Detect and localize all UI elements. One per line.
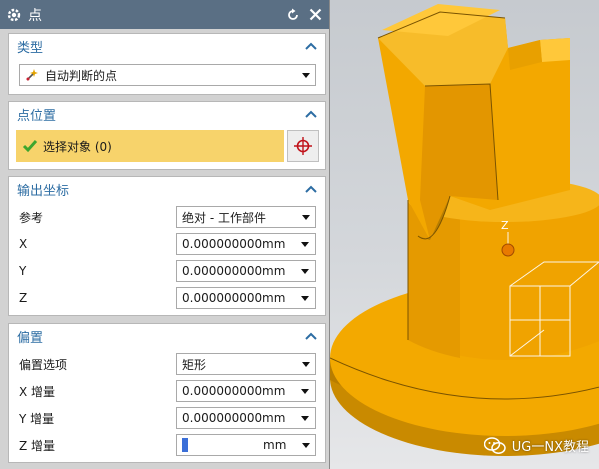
offset-z-label: Z 增量 [19, 438, 56, 453]
point-location-group: 点位置 选择对象 (0) [8, 101, 326, 170]
offset-option-value: 矩形 [182, 357, 207, 372]
reference-select[interactable]: 绝对 - 工作部件 [176, 206, 316, 228]
chevron-down-icon [297, 207, 315, 227]
text-cursor [182, 438, 188, 452]
offset-y-label: Y 增量 [19, 411, 55, 426]
watermark: UG一NX教程 [483, 436, 589, 455]
chevron-up-icon[interactable] [305, 331, 317, 341]
offset-option-select[interactable]: 矩形 [176, 353, 316, 375]
reset-icon [288, 8, 298, 20]
watermark-text: UG一NX教程 [511, 440, 589, 455]
chevron-up-icon[interactable] [305, 41, 317, 51]
chevron-down-icon [297, 354, 315, 374]
coord-y-label: Y [19, 264, 27, 278]
chevron-down-icon[interactable] [296, 234, 314, 254]
offset-y-value: 0.0000000000 [182, 411, 262, 425]
offset-x-unit: mm [262, 384, 286, 398]
coord-x-value: 0.0000000000 [182, 237, 262, 251]
check-icon [22, 140, 38, 153]
coord-x-label: X [19, 237, 28, 251]
dialog-title-bar[interactable]: 点 [0, 0, 329, 29]
offset-option-row: 偏置选项 矩形 [9, 352, 325, 376]
chevron-down-icon[interactable] [296, 288, 314, 308]
coord-y-value: 0.0000000000 [182, 264, 262, 278]
inferred-point-icon [26, 69, 38, 81]
type-select[interactable]: 自动判断的点 [19, 64, 316, 86]
coord-y-unit: mm [262, 264, 286, 278]
offset-z-unit: mm [263, 438, 287, 452]
coord-z-label: Z [19, 291, 28, 305]
reference-row: 参考 绝对 - 工作部件 [9, 205, 325, 229]
dialog-title: 点 [28, 7, 43, 24]
chevron-up-icon[interactable] [305, 109, 317, 119]
type-group-header[interactable]: 类型 [9, 34, 325, 58]
type-group: 类型 自动判断的点 [8, 33, 326, 95]
close-button[interactable] [307, 7, 323, 23]
chevron-down-icon[interactable] [297, 435, 315, 455]
coord-x-input[interactable]: 0.0000000000 mm [176, 233, 316, 255]
coord-y-input[interactable]: 0.0000000000 mm [176, 260, 316, 282]
offset-title: 偏置 [17, 330, 44, 346]
offset-z-input[interactable]: mm [176, 434, 316, 456]
point-dialog: 点 类型 自动判断的点 点位置 选择对象 (0) 输出坐标 参考 绝对 - 工作… [0, 0, 330, 469]
coord-z-input[interactable]: 0.0000000000 mm [176, 287, 316, 309]
offset-y-unit: mm [262, 411, 286, 425]
offset-header[interactable]: 偏置 [9, 324, 325, 348]
select-object-row[interactable]: 选择对象 (0) [16, 130, 284, 162]
select-object-label: 选择对象 (0) [43, 139, 112, 154]
offset-x-input[interactable]: 0.0000000000 mm [176, 380, 316, 402]
chevron-down-icon[interactable] [296, 408, 314, 428]
output-coords-group: 输出坐标 参考 绝对 - 工作部件 X 0.0000000000 mm Y 0.… [8, 176, 326, 316]
coord-z-value: 0.0000000000 [182, 291, 262, 305]
wechat-icon [483, 436, 506, 454]
offset-y-row: Y 增量 0.0000000000 mm [9, 406, 325, 430]
coord-z-row: Z 0.0000000000 mm [9, 286, 325, 310]
offset-x-label: X 增量 [19, 384, 56, 399]
axis-z-label: Z [501, 219, 509, 232]
offset-x-row: X 增量 0.0000000000 mm [9, 379, 325, 403]
crosshair-icon [294, 137, 312, 155]
point-location-header[interactable]: 点位置 [9, 102, 325, 126]
reset-button[interactable] [285, 7, 301, 23]
type-group-title: 类型 [17, 40, 44, 56]
reference-value: 绝对 - 工作部件 [182, 210, 266, 225]
chevron-down-icon[interactable] [296, 381, 314, 401]
chevron-up-icon[interactable] [305, 184, 317, 194]
chevron-down-icon[interactable] [296, 261, 314, 281]
offset-group: 偏置 偏置选项 矩形 X 增量 0.0000000000 mm Y 增量 0.0… [8, 323, 326, 463]
offset-y-input[interactable]: 0.0000000000 mm [176, 407, 316, 429]
reference-label: 参考 [19, 210, 44, 225]
type-select-value: 自动判断的点 [45, 68, 118, 83]
offset-x-value: 0.0000000000 [182, 384, 262, 398]
graphics-viewport[interactable]: Z UG一NX教程 [330, 0, 599, 469]
coord-z-unit: mm [262, 291, 286, 305]
output-coords-title: 输出坐标 [17, 183, 70, 199]
chevron-down-icon [297, 65, 315, 85]
part-model[interactable]: Z [330, 0, 599, 469]
close-icon [309, 8, 321, 21]
coord-x-row: X 0.0000000000 mm [9, 232, 325, 256]
coord-x-unit: mm [262, 237, 286, 251]
offset-z-row: Z 增量 mm [9, 433, 325, 457]
offset-option-label: 偏置选项 [19, 357, 68, 372]
point-location-title: 点位置 [17, 108, 57, 124]
output-coords-header[interactable]: 输出坐标 [9, 177, 325, 201]
point-dialog-button[interactable] [287, 130, 319, 162]
coord-y-row: Y 0.0000000000 mm [9, 259, 325, 283]
gear-icon [7, 8, 21, 21]
